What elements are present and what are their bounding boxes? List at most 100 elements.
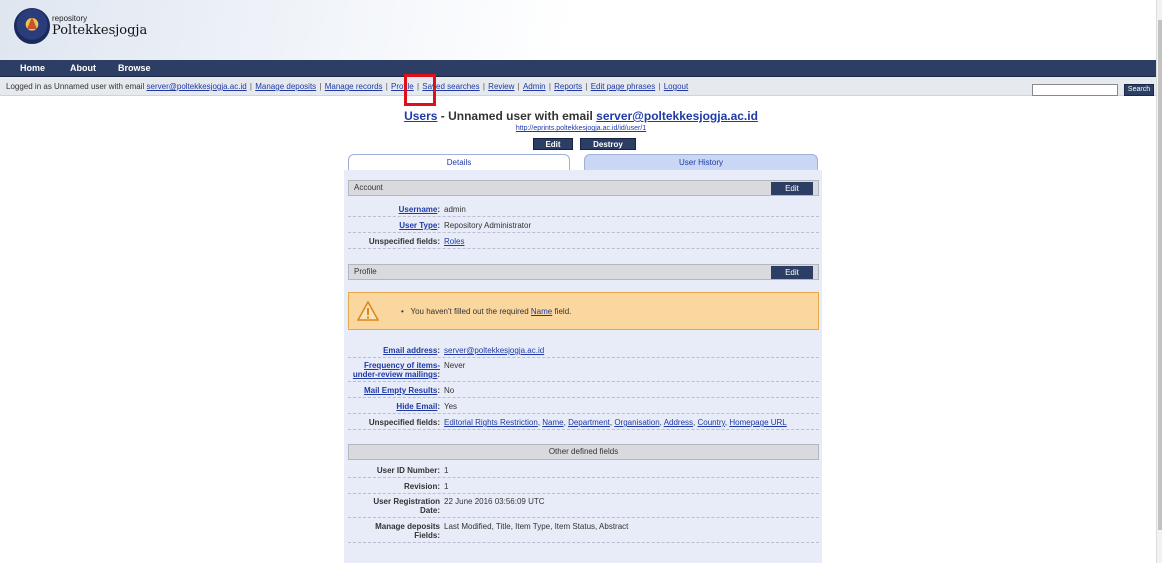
roles-link[interactable]: Roles bbox=[444, 237, 464, 246]
page-scrollbar[interactable] bbox=[1156, 0, 1162, 563]
account-section-header: Account Edit bbox=[348, 180, 819, 196]
logo-title: Poltekkesjogja bbox=[52, 23, 148, 38]
unspecified-country-link[interactable]: Country bbox=[698, 418, 725, 427]
mail-empty-label-link[interactable]: Mail Empty Results bbox=[364, 386, 437, 395]
site-logo[interactable]: repository Poltekkesjogja bbox=[14, 8, 154, 50]
manage-deposits-label-line-2: Fields: bbox=[414, 531, 440, 540]
unspecified-editorial-rights-link[interactable]: Editorial Rights Restriction bbox=[444, 418, 538, 427]
registration-value: 22 June 2016 03:56:09 UTC bbox=[444, 497, 545, 506]
profile-section-title: Profile bbox=[354, 267, 377, 276]
user-url-link[interactable]: http://eprints.poltekkesjogja.ac.id/id/u… bbox=[516, 125, 646, 132]
other-revision-row: Revision: 1 bbox=[348, 479, 819, 494]
other-manage-deposits-row: Manage deposits Fields: Last Modified, Ti… bbox=[348, 520, 819, 543]
usertype-value: Repository Administrator bbox=[444, 221, 532, 230]
profile-hide-email-row: Hide Email: Yes bbox=[348, 399, 819, 414]
warning-message: • You haven't filled out the required Na… bbox=[348, 292, 819, 330]
email-label-link[interactable]: Email address bbox=[383, 346, 437, 355]
frequency-label-link-2[interactable]: under-review mailings bbox=[353, 370, 437, 379]
profile-edit-button[interactable]: Edit bbox=[771, 266, 813, 279]
manage-deposits-label-line-1: Manage deposits bbox=[375, 522, 440, 531]
other-userid-row: User ID Number: 1 bbox=[348, 463, 819, 478]
unspecified-department-link[interactable]: Department bbox=[568, 418, 610, 427]
nav-home[interactable]: Home bbox=[20, 63, 45, 73]
email-value-link[interactable]: server@poltekkesjogja.ac.id bbox=[444, 346, 544, 355]
account-usertype-row: User Type: Repository Administrator bbox=[348, 218, 819, 233]
warning-name-link[interactable]: Name bbox=[531, 307, 552, 316]
title-email-link[interactable]: server@poltekkesjogja.ac.id bbox=[596, 109, 758, 123]
warning-icon bbox=[357, 301, 379, 321]
warning-text-post: field. bbox=[552, 307, 572, 316]
account-edit-button[interactable]: Edit bbox=[771, 182, 813, 195]
toolbar-user-email-link[interactable]: server@poltekkesjogja.ac.id bbox=[147, 82, 247, 91]
revision-label: Revision: bbox=[403, 482, 440, 491]
mail-empty-label: Mail Empty Results: bbox=[363, 386, 440, 395]
page-scrollbar-thumb[interactable] bbox=[1158, 20, 1162, 530]
toolbar-admin[interactable]: Admin bbox=[523, 82, 546, 91]
userid-value: 1 bbox=[444, 466, 449, 475]
profile-unspecified-row: Unspecified fields: Editorial Rights Res… bbox=[348, 415, 819, 430]
other-fields-header: Other defined fields bbox=[348, 444, 819, 460]
logo-subtitle: repository bbox=[52, 14, 88, 23]
tab-user-history[interactable]: User History bbox=[584, 154, 818, 170]
account-unspecified-value: Roles bbox=[444, 237, 464, 246]
unspecified-address-link[interactable]: Address bbox=[664, 418, 693, 427]
toolbar-reports[interactable]: Reports bbox=[554, 82, 582, 91]
toolbar-manage-records[interactable]: Manage records bbox=[325, 82, 383, 91]
mail-empty-value: No bbox=[444, 386, 455, 395]
usertype-label: User Type: bbox=[399, 221, 440, 230]
title-text: - Unnamed user with email bbox=[437, 109, 597, 123]
profile-section-header: Profile Edit bbox=[348, 264, 819, 280]
warning-text: • You haven't filled out the required Na… bbox=[401, 307, 572, 316]
frequency-label: Frequency of items-under-review mailings… bbox=[352, 361, 440, 379]
nav-browse[interactable]: Browse bbox=[118, 63, 151, 73]
profile-unspecified-label: Unspecified fields: bbox=[368, 418, 440, 427]
edit-user-button[interactable]: Edit bbox=[533, 138, 573, 150]
hide-email-label-link[interactable]: Hide Email bbox=[396, 402, 437, 411]
profile-highlight-box bbox=[404, 74, 436, 106]
toolbar-manage-deposits[interactable]: Manage deposits bbox=[255, 82, 316, 91]
logged-in-text: Logged in as Unnamed user with email bbox=[6, 82, 147, 91]
unspecified-homepage-link[interactable]: Homepage URL bbox=[729, 418, 786, 427]
search-button[interactable]: Search bbox=[1124, 84, 1154, 96]
registration-label-line-1: User Registration bbox=[373, 497, 440, 506]
frequency-value: Never bbox=[444, 361, 466, 370]
toolbar-edit-page-phrases[interactable]: Edit page phrases bbox=[591, 82, 656, 91]
main-nav: Home About Browse bbox=[0, 60, 1162, 77]
manage-deposits-value: Last Modified, Title, Item Type, Item St… bbox=[444, 522, 629, 531]
profile-mail-empty-row: Mail Empty Results: No bbox=[348, 383, 819, 398]
registration-label-line-2: Date: bbox=[419, 506, 440, 515]
user-toolbar: Logged in as Unnamed user with email ser… bbox=[0, 77, 1162, 96]
tab-details[interactable]: Details bbox=[348, 154, 570, 170]
toolbar-review[interactable]: Review bbox=[488, 82, 514, 91]
email-label: Email address: bbox=[383, 346, 440, 355]
frequency-label-link-1[interactable]: Frequency of items- bbox=[364, 361, 440, 370]
page-title: Users - Unnamed user with email server@p… bbox=[0, 109, 1162, 123]
toolbar-logout[interactable]: Logout bbox=[664, 82, 688, 91]
hide-email-label: Hide Email: bbox=[396, 402, 440, 411]
usertype-label-link[interactable]: User Type bbox=[399, 221, 437, 230]
profile-email-row: Email address: server@poltekkesjogja.ac.… bbox=[348, 343, 819, 358]
search-input[interactable] bbox=[1032, 84, 1118, 96]
site-header: repository Poltekkesjogja bbox=[0, 0, 1162, 60]
account-unspecified-row: Unspecified fields: Roles bbox=[348, 234, 819, 249]
username-value: admin bbox=[444, 205, 466, 214]
email-value: server@poltekkesjogja.ac.id bbox=[444, 346, 544, 355]
institution-emblem-icon bbox=[14, 8, 50, 44]
manage-deposits-label: Manage deposits Fields: bbox=[348, 522, 440, 540]
unspecified-name-link[interactable]: Name bbox=[542, 418, 563, 427]
warning-text-pre: You haven't filled out the required bbox=[410, 307, 531, 316]
user-url: http://eprints.poltekkesjogja.ac.id/id/u… bbox=[0, 125, 1162, 132]
users-breadcrumb-link[interactable]: Users bbox=[404, 109, 437, 123]
nav-about[interactable]: About bbox=[70, 63, 96, 73]
profile-unspecified-value: Editorial Rights Restriction, Name, Depa… bbox=[444, 418, 787, 427]
account-username-row: Username: admin bbox=[348, 202, 819, 217]
username-label: Username: bbox=[398, 205, 440, 214]
destroy-user-button[interactable]: Destroy bbox=[580, 138, 636, 150]
registration-label: User Registration Date: bbox=[348, 497, 440, 515]
unspecified-organisation-link[interactable]: Organisation bbox=[614, 418, 659, 427]
account-unspecified-label: Unspecified fields: bbox=[368, 237, 440, 246]
username-label-link[interactable]: Username bbox=[399, 205, 438, 214]
account-section-title: Account bbox=[354, 183, 383, 192]
other-registration-row: User Registration Date: 22 June 2016 03:5… bbox=[348, 495, 819, 518]
toolbar-links: Logged in as Unnamed user with email ser… bbox=[6, 82, 689, 91]
